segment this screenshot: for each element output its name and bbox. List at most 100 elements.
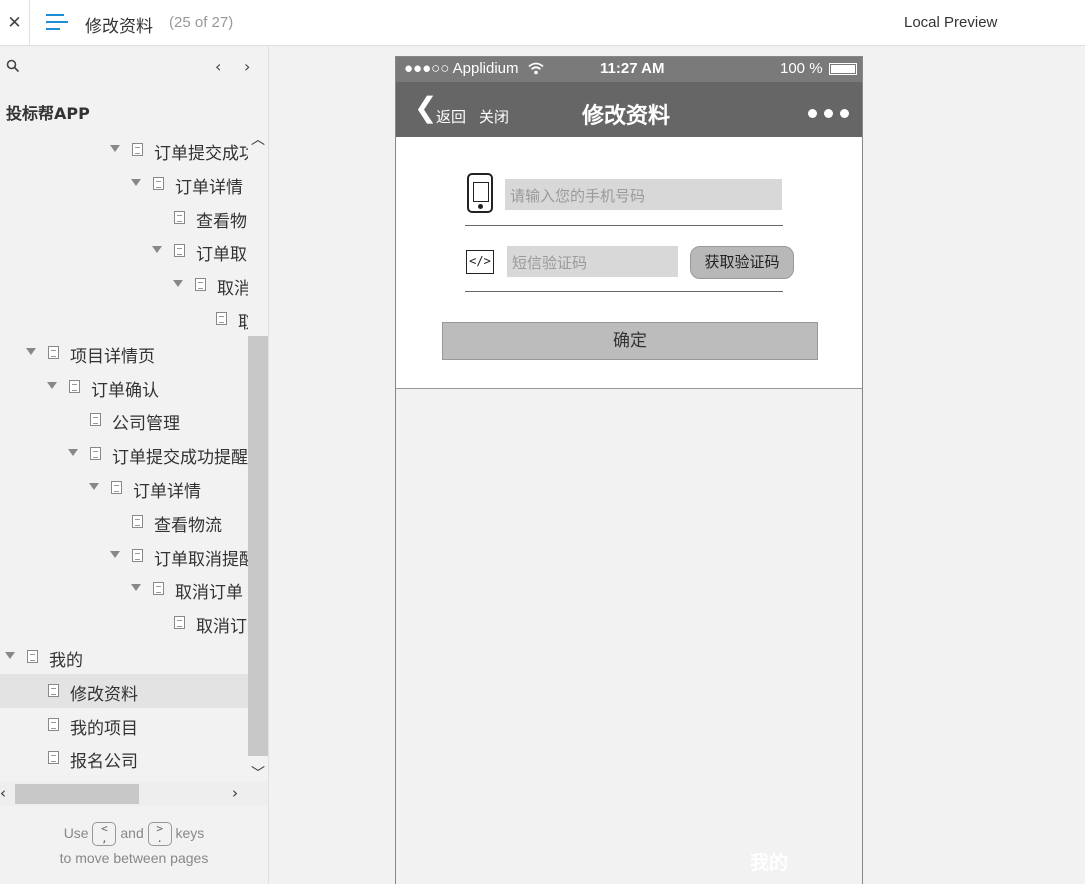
phone-preview: ●●●○○ Applidium 11:27 AM 100 % ❮ 返回 关闭 修… xyxy=(395,56,863,884)
divider xyxy=(465,291,783,292)
page-count: (25 of 27) xyxy=(169,14,234,31)
expand-caret-icon[interactable] xyxy=(131,179,141,186)
tree-item[interactable]: 公司管理 xyxy=(0,403,248,437)
next-key-icon: > . xyxy=(147,822,172,847)
battery-icon xyxy=(829,63,857,75)
hint-line2: to move between pages xyxy=(59,850,209,867)
page-icon xyxy=(48,346,59,359)
local-preview-label: Local Preview xyxy=(904,14,998,31)
page-icon xyxy=(90,413,101,426)
phone-number-input[interactable]: 请输入您的手机号码 xyxy=(505,179,782,210)
scroll-up-icon[interactable]: ︿ xyxy=(251,129,265,149)
tree-item-label: 订单取消提醒 xyxy=(196,245,248,265)
tree-item[interactable]: 查看物流 xyxy=(0,201,248,235)
page-icon xyxy=(132,143,143,156)
scroll-right-icon[interactable]: › xyxy=(232,784,238,802)
expand-caret-icon[interactable] xyxy=(47,382,57,389)
tree-item[interactable]: 取消订单 xyxy=(0,268,248,302)
page-icon xyxy=(69,380,80,393)
page-title: 修改资料 xyxy=(85,17,153,37)
tree-item-label: 订单详情 xyxy=(133,482,201,502)
tree-item-label: 取消订单 xyxy=(196,617,248,637)
close-button[interactable]: ✕ xyxy=(0,0,30,46)
back-chevron-icon[interactable]: ❮ xyxy=(414,94,437,122)
tree-item[interactable]: 取消订单 xyxy=(0,302,248,336)
tree-item[interactable]: 订单详情 xyxy=(0,471,248,505)
expand-caret-icon[interactable] xyxy=(110,551,120,558)
tree-item-label: 公司管理 xyxy=(112,414,180,434)
edit-profile-form: 请输入您的手机号码 </> 短信验证码 获取验证码 确定 xyxy=(396,137,862,389)
tree-item-label: 查看物流 xyxy=(196,212,248,232)
menu-icon[interactable] xyxy=(46,14,68,32)
tree-item[interactable]: 取消订单 xyxy=(0,606,248,640)
mobile-phone-icon xyxy=(467,173,493,213)
back-button[interactable]: 返回 xyxy=(436,106,466,127)
expand-caret-icon[interactable] xyxy=(173,280,183,287)
page-icon xyxy=(90,447,101,460)
close-link[interactable]: 关闭 xyxy=(479,106,509,127)
expand-caret-icon[interactable] xyxy=(110,145,120,152)
prev-page-button[interactable]: ‹ xyxy=(215,57,221,76)
tree-item-label: 订单提交成功提醒 xyxy=(112,448,248,468)
more-icon[interactable] xyxy=(808,109,852,119)
status-time: 11:27 AM xyxy=(600,60,665,77)
tree-item[interactable]: 修改资料 xyxy=(0,674,248,708)
tree-item[interactable]: 订单提交成功 xyxy=(0,133,248,167)
tree-item-label: 报名公司 xyxy=(70,752,138,772)
page-icon xyxy=(174,616,185,629)
tree-item[interactable]: 订单取消提醒 xyxy=(0,234,248,268)
tree-item-label: 取消订单 xyxy=(238,308,248,333)
status-bar: ●●●○○ Applidium 11:27 AM 100 % xyxy=(396,57,862,82)
tree-item-label: 取消订单 xyxy=(217,279,248,299)
tree-item-label: 项目详情页 xyxy=(70,347,155,367)
tree-item-label: 修改资料 xyxy=(70,685,138,705)
vertical-scrollbar[interactable] xyxy=(248,336,268,756)
hint-and: and xyxy=(120,825,144,841)
tree-item[interactable]: 项目详情页 xyxy=(0,336,248,370)
tree-item-label: 查看物流 xyxy=(154,516,222,536)
divider xyxy=(465,225,783,226)
tree-item[interactable]: 订单确认 xyxy=(0,370,248,404)
expand-caret-icon[interactable] xyxy=(5,652,15,659)
next-page-button[interactable]: › xyxy=(244,57,250,76)
scroll-thumb[interactable] xyxy=(15,784,139,804)
tree-item[interactable]: 查看物流 xyxy=(0,505,248,539)
sms-code-input[interactable]: 短信验证码 xyxy=(507,246,678,277)
page-icon xyxy=(48,751,59,764)
tab-mine-label[interactable]: 我的 xyxy=(750,848,788,875)
nav-title: 修改资料 xyxy=(582,104,671,129)
page-icon xyxy=(132,549,143,562)
expand-caret-icon[interactable] xyxy=(26,348,36,355)
wifi-icon xyxy=(528,62,544,75)
page-icon xyxy=(153,582,164,595)
expand-caret-icon[interactable] xyxy=(89,483,99,490)
search-icon[interactable] xyxy=(6,59,20,73)
tree-item[interactable]: 订单详情 xyxy=(0,167,248,201)
hint-use: Use xyxy=(63,825,89,841)
horizontal-scrollbar[interactable]: ‹ › xyxy=(0,782,268,806)
page-icon xyxy=(195,278,206,291)
expand-caret-icon[interactable] xyxy=(131,584,141,591)
expand-caret-icon[interactable] xyxy=(152,246,162,253)
tree-item[interactable]: 我的 xyxy=(0,640,248,674)
tree-item[interactable]: 我的项目 xyxy=(0,708,248,742)
tree-item[interactable]: 订单提交成功提醒 xyxy=(0,437,248,471)
tree-item[interactable]: 报名公司 xyxy=(0,741,248,775)
page-icon xyxy=(216,312,227,325)
carrier-label: ●●●○○ Applidium xyxy=(404,60,519,77)
get-code-button[interactable]: 获取验证码 xyxy=(690,246,794,279)
scroll-left-icon[interactable]: ‹ xyxy=(0,784,6,802)
tree-item[interactable]: 取消订单 xyxy=(0,572,248,606)
tree-item-label: 我的项目 xyxy=(70,719,138,739)
page-icon xyxy=(48,684,59,697)
scroll-down-icon[interactable]: ﹀ xyxy=(251,763,265,783)
expand-caret-icon[interactable] xyxy=(68,449,78,456)
tree-item-label: 订单确认 xyxy=(91,381,159,401)
tree-item-label: 订单取消提醒 xyxy=(154,550,248,570)
page-icon xyxy=(132,515,143,528)
confirm-button[interactable]: 确定 xyxy=(442,322,818,360)
tree-item[interactable]: 订单取消提醒 xyxy=(0,539,248,573)
page-tree: 订单提交成功订单详情查看物流订单取消提醒取消订单取消订单项目详情页订单确认公司管… xyxy=(0,133,248,783)
page-icon xyxy=(111,481,122,494)
top-bar: ✕ 修改资料 (25 of 27) Local Preview xyxy=(0,0,1085,46)
